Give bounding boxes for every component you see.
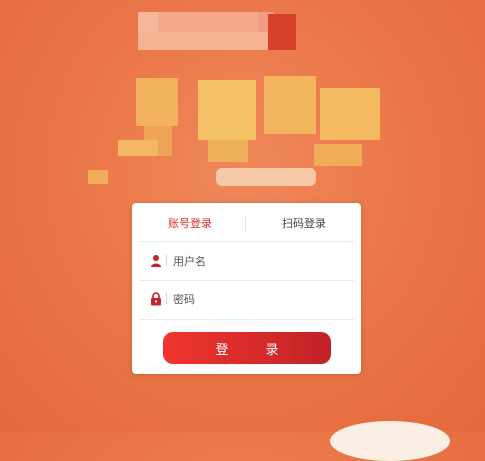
divider [140,319,354,320]
login-button[interactable]: 登 录 [163,332,331,364]
password-field [150,289,350,309]
tab-divider [245,217,246,231]
user-icon [150,253,162,267]
field-separator [166,254,167,266]
password-input[interactable] [173,289,343,309]
header-title-redacted [138,12,296,52]
tab-scan-login[interactable]: 扫码登录 [254,215,354,231]
logo-redacted [88,60,388,190]
divider [140,241,354,242]
field-separator [166,292,167,304]
username-input[interactable] [173,251,343,271]
divider [140,280,354,281]
tab-account-login[interactable]: 账号登录 [140,215,240,231]
lock-icon [150,291,162,306]
login-tabs: 账号登录 扫码登录 [132,203,361,243]
decorative-arc [330,421,450,461]
username-field [150,251,350,271]
login-card: 账号登录 扫码登录 登 录 [132,203,361,374]
